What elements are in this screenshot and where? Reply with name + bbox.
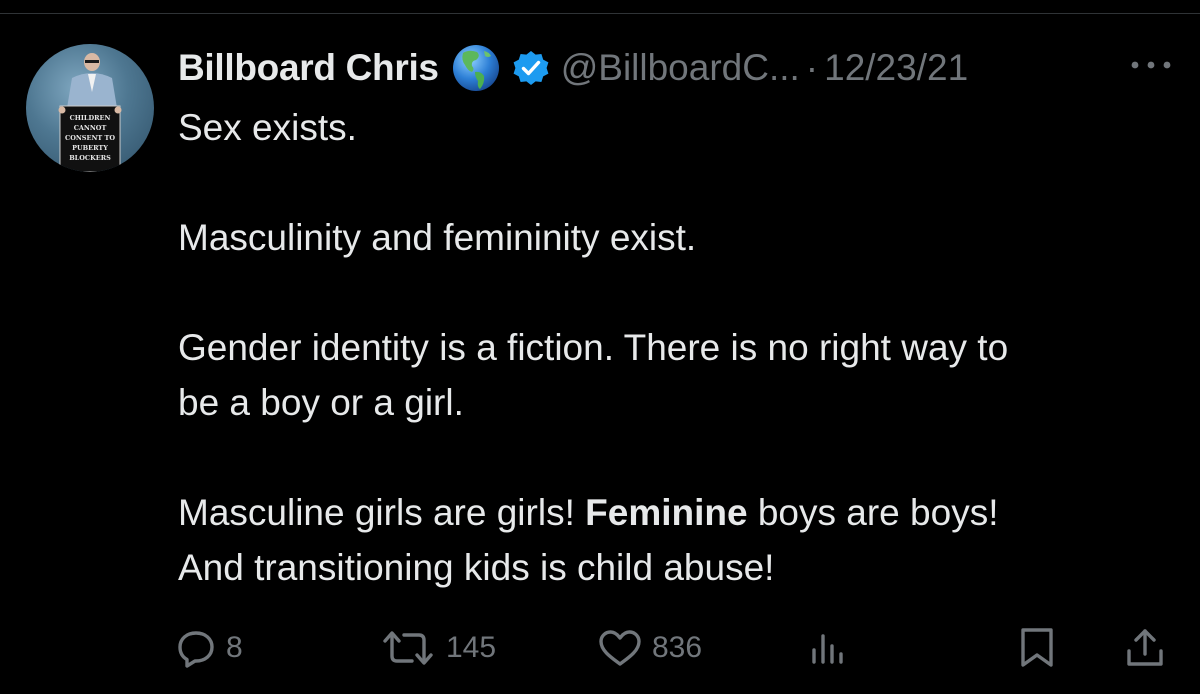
like-button[interactable]: 836 <box>598 618 702 678</box>
author-handle[interactable]: @BillboardC... <box>561 47 800 89</box>
reply-count: 8 <box>226 631 243 664</box>
globe-americas-icon <box>452 45 499 91</box>
reply-icon <box>178 631 214 668</box>
display-name[interactable]: Billboard Chris <box>178 47 439 89</box>
bookmark-button[interactable] <box>1018 618 1056 678</box>
retweet-icon <box>383 631 433 665</box>
tweet-text-segment: boys are boys! <box>747 492 999 533</box>
tweet-text-segment: Masculine girls are girls! <box>178 492 586 533</box>
tweet-header: Billboard Chris @BillboardC... · 12/23/2… <box>178 40 968 96</box>
share-icon <box>1127 629 1163 666</box>
retweet-count: 145 <box>446 631 497 664</box>
avatar-sign-line-2: CANNOT <box>74 124 107 132</box>
tweet-date[interactable]: 12/23/21 <box>824 47 968 89</box>
reply-button[interactable]: 8 <box>176 618 243 678</box>
top-divider <box>0 0 1200 14</box>
tweet-actions: 8 145 836 <box>0 618 1200 678</box>
tweet-paragraph-2: Masculinity and femininity exist. <box>178 217 697 258</box>
views-button[interactable] <box>808 618 848 678</box>
views-chart-icon <box>812 634 843 664</box>
avatar-image: CHILDREN CANNOT CONSENT TO PUBERTY BLOCK… <box>58 53 122 172</box>
verified-badge-icon[interactable] <box>511 48 551 88</box>
tweet-paragraph-1: Sex exists. <box>178 107 357 148</box>
tweet-bold-text: Feminine <box>585 492 748 533</box>
avatar-sign-line-5: BLOCKERS <box>69 154 111 162</box>
more-icon[interactable] <box>1128 50 1174 80</box>
tweet-paragraph-4-line-1: Masculine girls are girls! Feminine boys… <box>178 485 1178 540</box>
bookmark-icon <box>1021 628 1053 667</box>
avatar-sign-line-1: CHILDREN <box>70 114 111 122</box>
avatar[interactable]: CHILDREN CANNOT CONSENT TO PUBERTY BLOCK… <box>26 44 154 172</box>
tweet-text: Sex exists. Masculinity and femininity e… <box>178 100 1178 595</box>
like-count: 836 <box>652 631 703 664</box>
avatar-sign-line-3: CONSENT TO <box>65 134 115 142</box>
separator-dot: · <box>805 47 819 88</box>
tweet-paragraph-3-line-1: Gender identity is a fiction. There is n… <box>178 327 1009 368</box>
tweet-paragraph-3-line-2: be a boy or a girl. <box>178 382 464 423</box>
retweet-button[interactable]: 145 <box>380 618 496 678</box>
tweet-paragraph-4-line-2: And transitioning kids is child abuse! <box>178 547 775 588</box>
avatar-sign-line-4: PUBERTY <box>72 144 108 152</box>
heart-icon <box>599 630 641 666</box>
share-button[interactable] <box>1124 618 1166 678</box>
